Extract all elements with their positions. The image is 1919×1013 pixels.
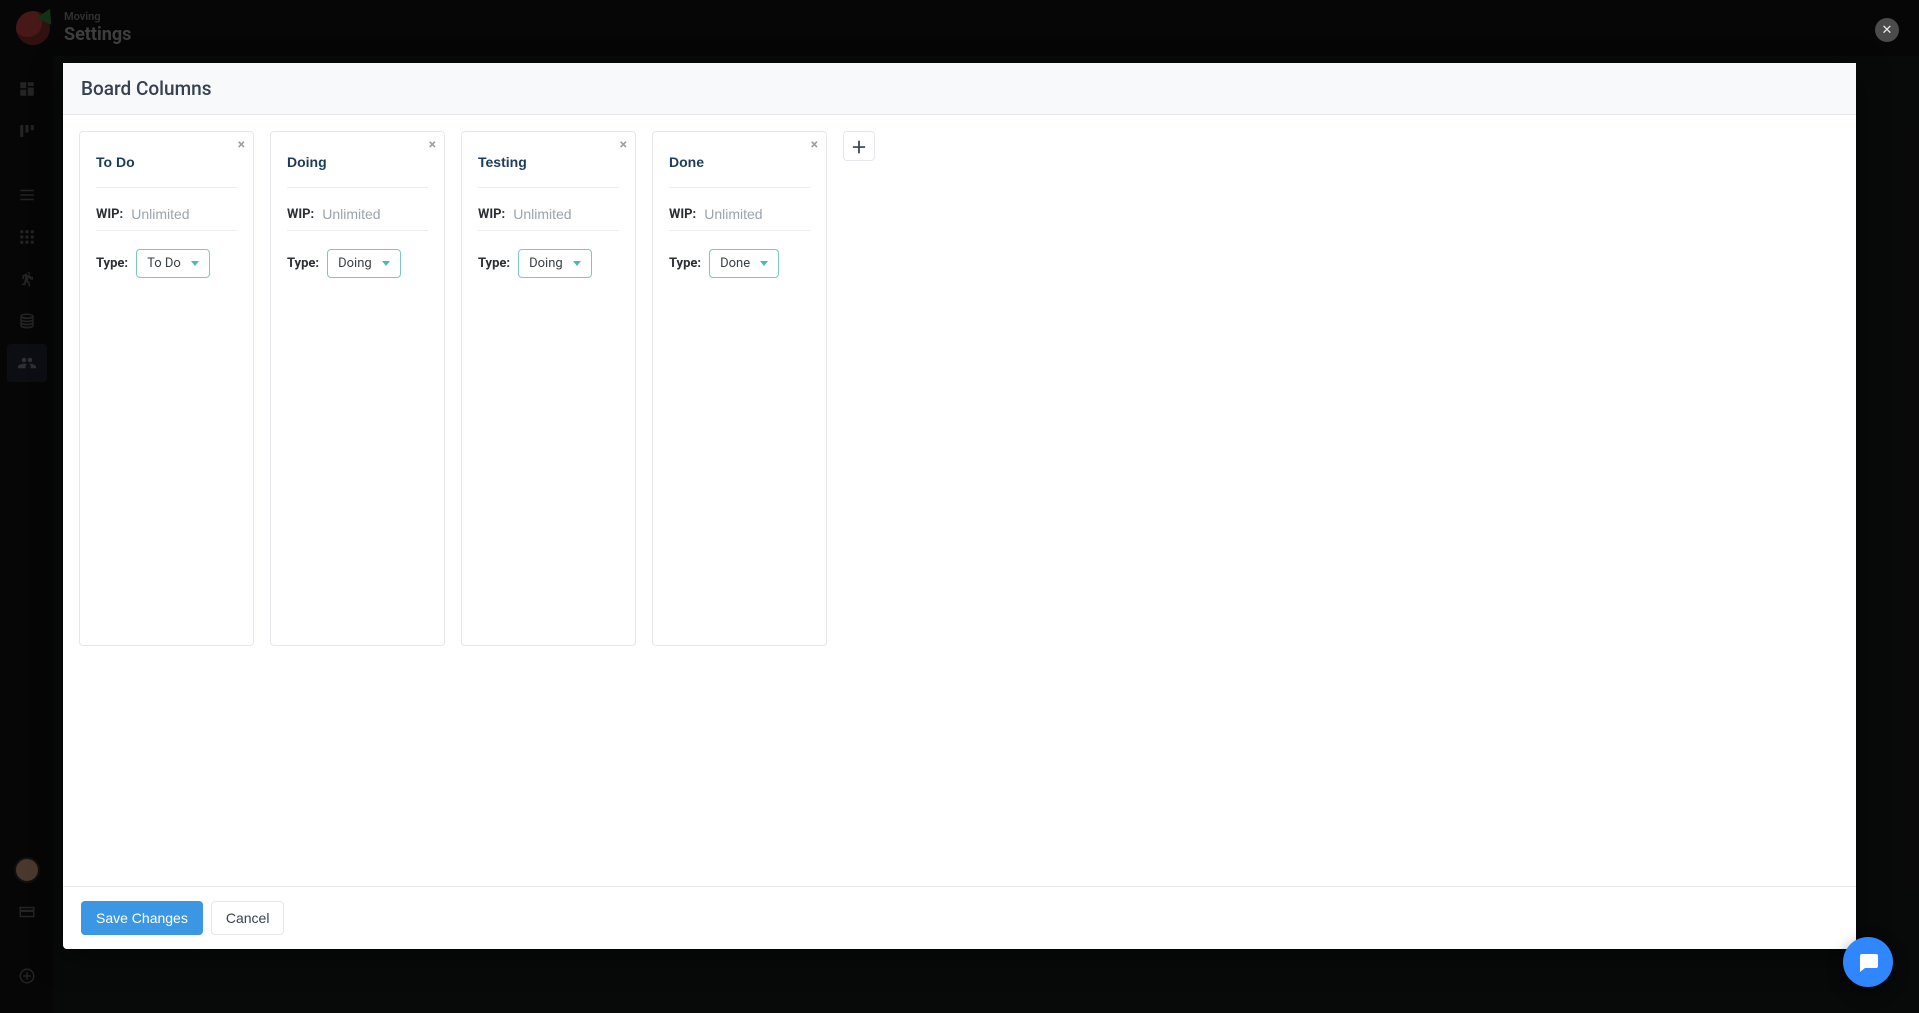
column-card: × WIP: Type: To Do (79, 131, 254, 646)
type-select-value: Doing (338, 256, 372, 271)
save-button[interactable]: Save Changes (81, 901, 203, 935)
dialog-footer: Save Changes Cancel (63, 886, 1856, 949)
add-column-button[interactable]: ＋ (843, 131, 875, 161)
wip-field: WIP: (287, 206, 428, 222)
remove-column-button[interactable]: × (429, 138, 436, 152)
close-icon: ✕ (1882, 23, 1893, 38)
wip-input[interactable] (704, 206, 794, 222)
column-name-input[interactable] (669, 148, 810, 181)
type-select-value: Doing (529, 256, 563, 271)
wip-input[interactable] (513, 206, 603, 222)
remove-column-button[interactable]: × (811, 138, 818, 152)
type-label: Type: (96, 256, 128, 271)
chevron-down-icon (573, 261, 581, 266)
wip-input[interactable] (322, 206, 412, 222)
divider (478, 187, 619, 188)
divider (287, 230, 428, 231)
chevron-down-icon (760, 261, 768, 266)
type-field: Type: Doing (287, 249, 428, 278)
dialog-body: × WIP: Type: To Do × WIP: (63, 115, 1856, 886)
type-select-value: To Do (147, 256, 181, 271)
type-select[interactable]: To Do (136, 249, 210, 278)
wip-field: WIP: (96, 206, 237, 222)
type-select[interactable]: Done (709, 249, 779, 278)
column-name-input[interactable] (478, 148, 619, 181)
wip-field: WIP: (478, 206, 619, 222)
cancel-button[interactable]: Cancel (211, 901, 285, 935)
type-field: Type: To Do (96, 249, 237, 278)
board-columns-dialog: Board Columns × WIP: Type: To Do × (63, 63, 1856, 949)
wip-label: WIP: (287, 207, 314, 222)
divider (287, 187, 428, 188)
wip-label: WIP: (669, 207, 696, 222)
dialog-title: Board Columns (81, 77, 1838, 100)
column-card: × WIP: Type: Done (652, 131, 827, 646)
plus-icon: ＋ (851, 134, 867, 158)
wip-label: WIP: (96, 207, 123, 222)
wip-input[interactable] (131, 206, 221, 222)
chat-fab[interactable] (1843, 937, 1893, 987)
wip-field: WIP: (669, 206, 810, 222)
dialog-close-button[interactable]: ✕ (1875, 18, 1899, 42)
divider (669, 187, 810, 188)
column-name-input[interactable] (287, 148, 428, 181)
divider (478, 230, 619, 231)
type-select[interactable]: Doing (518, 249, 592, 278)
type-select[interactable]: Doing (327, 249, 401, 278)
column-card: × WIP: Type: Doing (270, 131, 445, 646)
type-label: Type: (287, 256, 319, 271)
chevron-down-icon (382, 261, 390, 266)
type-label: Type: (478, 256, 510, 271)
type-label: Type: (669, 256, 701, 271)
remove-column-button[interactable]: × (620, 138, 627, 152)
column-name-input[interactable] (96, 148, 237, 181)
chevron-down-icon (191, 261, 199, 266)
chat-icon (1856, 950, 1880, 974)
divider (96, 230, 237, 231)
column-card: × WIP: Type: Doing (461, 131, 636, 646)
dialog-header: Board Columns (63, 63, 1856, 115)
divider (669, 230, 810, 231)
wip-label: WIP: (478, 207, 505, 222)
divider (96, 187, 237, 188)
type-field: Type: Done (669, 249, 810, 278)
type-select-value: Done (720, 256, 750, 271)
remove-column-button[interactable]: × (238, 138, 245, 152)
type-field: Type: Doing (478, 249, 619, 278)
